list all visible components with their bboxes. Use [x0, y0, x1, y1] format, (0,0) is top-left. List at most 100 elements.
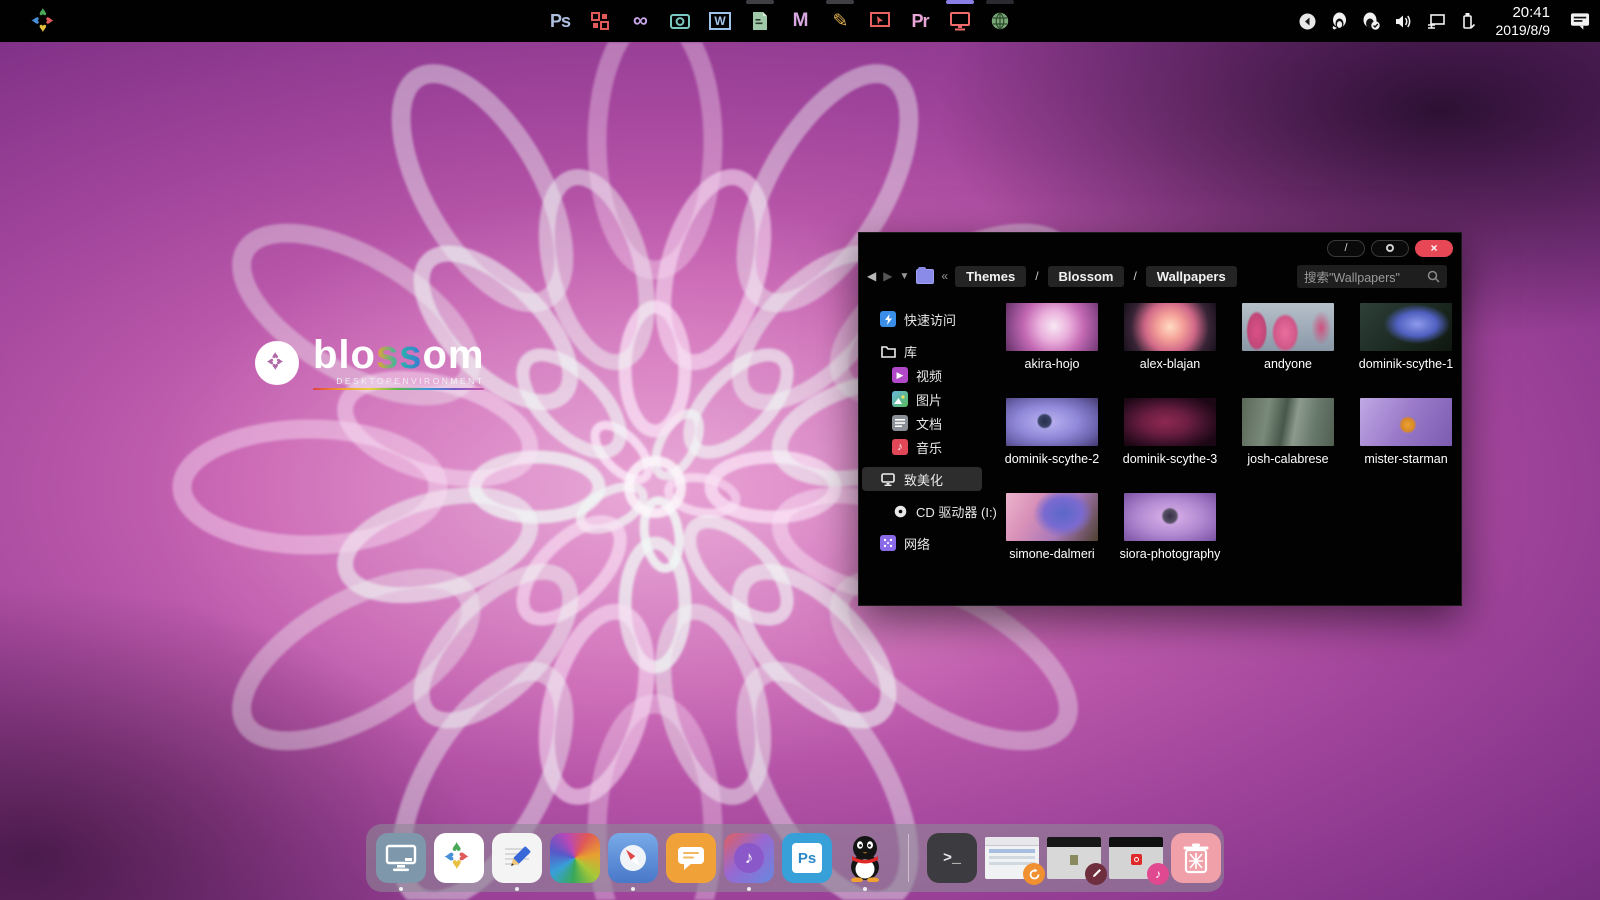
- sidebar-item-music[interactable]: ♪ 音乐: [862, 435, 982, 459]
- topbar-app-notes[interactable]: ✎: [828, 8, 852, 34]
- meitu-icon: M: [793, 10, 808, 32]
- sidebar-item-theme[interactable]: 致美化: [862, 467, 982, 491]
- dock-music[interactable]: ♪: [724, 833, 774, 883]
- maximize-button[interactable]: [1371, 240, 1409, 257]
- file-item[interactable]: josh-calabrese: [1229, 398, 1347, 493]
- file-item[interactable]: simone-dalmeri: [993, 493, 1111, 588]
- sidebar-item-network[interactable]: 网络: [862, 531, 982, 555]
- topbar-app-word[interactable]: W: [708, 8, 732, 34]
- topbar-app-theme[interactable]: [948, 8, 972, 34]
- grid-app-icon: [590, 11, 610, 31]
- document-icon: [751, 11, 769, 31]
- running-indicator: [746, 0, 774, 4]
- file-name: dominik-scythe-2: [1000, 452, 1104, 468]
- network-icon[interactable]: [1426, 11, 1446, 31]
- sidebar-item-label: 视频: [916, 366, 942, 385]
- volume-icon[interactable]: [1394, 11, 1414, 31]
- topbar-app-grid[interactable]: [588, 8, 612, 34]
- qq-tray-icon[interactable]: [1330, 11, 1350, 31]
- topbar-app-infinity[interactable]: ∞: [628, 8, 652, 34]
- computer-icon: [385, 844, 417, 872]
- dock-file-manager[interactable]: [376, 833, 426, 883]
- word-icon: W: [709, 12, 730, 30]
- minimized-window-music[interactable]: ♪: [1109, 837, 1163, 879]
- sidebar: 快速访问 库 ▶ 视频 图片 文档: [859, 293, 985, 599]
- running-indicator: [946, 0, 974, 4]
- history-dropdown-button[interactable]: ▼: [899, 271, 909, 282]
- dock-browser-safari[interactable]: [608, 833, 658, 883]
- dock-blossom-center[interactable]: ♥ ♥ ♥ ♥: [434, 833, 484, 883]
- file-thumbnail: [1242, 303, 1334, 351]
- file-item[interactable]: andyone: [1229, 303, 1347, 398]
- sidebar-item-documents[interactable]: 文档: [862, 411, 982, 435]
- file-name: mister-starman: [1354, 452, 1458, 468]
- clock[interactable]: 20:41 2019/8/9: [1496, 4, 1551, 37]
- file-item[interactable]: mister-starman: [1347, 398, 1465, 493]
- photoshop-icon: Ps: [550, 11, 570, 32]
- sidebar-item-quick-access[interactable]: 快速访问: [862, 307, 982, 331]
- file-name: josh-calabrese: [1236, 452, 1340, 468]
- topbar-app-premiere[interactable]: Pr: [908, 8, 932, 34]
- blossom-brand-overlay: ♥ ♥ ♥ ♥ blossom DESKTOPENVIRONMENT: [255, 336, 484, 390]
- search-input[interactable]: 搜索"Wallpapers": [1297, 265, 1447, 288]
- dock-qq[interactable]: [840, 833, 890, 883]
- topbar-app-meitu[interactable]: M: [788, 8, 812, 34]
- search-placeholder: 搜索"Wallpapers": [1304, 267, 1421, 286]
- file-grid: akira-hojo alex-blajan andyone dominik-s…: [985, 293, 1465, 599]
- dock-terminal[interactable]: >_: [927, 833, 977, 883]
- close-button[interactable]: ×: [1415, 240, 1453, 257]
- topbar-app-screenshot[interactable]: [868, 8, 892, 34]
- running-indicator: [826, 0, 854, 4]
- file-item[interactable]: siora-photography: [1111, 493, 1229, 588]
- file-item[interactable]: alex-blajan: [1111, 303, 1229, 398]
- breadcrumb-separator: /: [1033, 269, 1040, 283]
- topbar-app-browser[interactable]: [988, 8, 1012, 34]
- file-item[interactable]: akira-hojo: [993, 303, 1111, 398]
- minimized-window-browser[interactable]: [985, 837, 1039, 879]
- back-button[interactable]: ◀: [867, 269, 876, 283]
- sidebar-item-pictures[interactable]: 图片: [862, 387, 982, 411]
- sidebar-item-cd-drive[interactable]: CD 驱动器 (I:): [862, 499, 982, 523]
- breadcrumb-collapse-button[interactable]: «: [941, 269, 948, 283]
- hidden-icons-button[interactable]: [1298, 11, 1318, 31]
- file-item[interactable]: dominik-scythe-2: [993, 398, 1111, 493]
- sidebar-item-label: 致美化: [904, 470, 943, 489]
- file-item[interactable]: dominik-scythe-3: [1111, 398, 1229, 493]
- topbar-app-document[interactable]: [748, 8, 772, 34]
- sidebar-item-label: 网络: [904, 534, 930, 553]
- window-titlebar[interactable]: / ×: [859, 233, 1461, 259]
- logo-rainbow-bar: [313, 388, 484, 390]
- topbar-app-camera[interactable]: [668, 8, 692, 34]
- qq-check-tray-icon[interactable]: [1362, 11, 1382, 31]
- breadcrumb-blossom[interactable]: Blossom: [1048, 266, 1125, 287]
- minimized-window-editor[interactable]: [1047, 837, 1101, 879]
- dock-photoshop[interactable]: Ps: [782, 833, 832, 883]
- sidebar-item-libraries[interactable]: 库: [862, 339, 982, 363]
- forward-button[interactable]: ▶: [883, 269, 892, 283]
- file-thumbnail: [1006, 493, 1098, 541]
- system-menu-logo[interactable]: ♥ ♥ ♥ ♥: [32, 8, 58, 34]
- clover-logo-icon: ♥ ♥ ♥ ♥: [32, 8, 58, 34]
- blossom-wordmark: blossom DESKTOPENVIRONMENT: [313, 336, 484, 390]
- maximize-icon: [1386, 244, 1394, 252]
- dock-wallpaper-mosaic[interactable]: [550, 833, 600, 883]
- clover-logo-icon: ♥ ♥ ♥ ♥: [444, 843, 474, 873]
- logo-subtitle: DESKTOPENVIRONMENT: [313, 376, 484, 386]
- minimize-button[interactable]: /: [1327, 240, 1365, 257]
- topbar-app-photoshop[interactable]: Ps: [548, 8, 572, 34]
- breadcrumb-themes[interactable]: Themes: [955, 266, 1026, 287]
- quick-access-icon: [880, 311, 896, 327]
- music-badge-icon: ♪: [1147, 863, 1169, 885]
- dock-trash[interactable]: [1171, 833, 1221, 883]
- breadcrumb-wallpapers[interactable]: Wallpapers: [1146, 266, 1237, 287]
- music-note-icon: ♪: [892, 439, 908, 455]
- chat-bubble-icon: [675, 843, 707, 873]
- file-item[interactable]: dominik-scythe-1: [1347, 303, 1465, 398]
- dock-notes[interactable]: [492, 833, 542, 883]
- file-thumbnail: [1006, 303, 1098, 351]
- dock: ♥ ♥ ♥ ♥ ♪ Ps: [366, 824, 1224, 892]
- sidebar-item-videos[interactable]: ▶ 视频: [862, 363, 982, 387]
- notification-center-button[interactable]: [1570, 11, 1590, 31]
- usb-icon[interactable]: [1458, 11, 1478, 31]
- dock-messages[interactable]: [666, 833, 716, 883]
